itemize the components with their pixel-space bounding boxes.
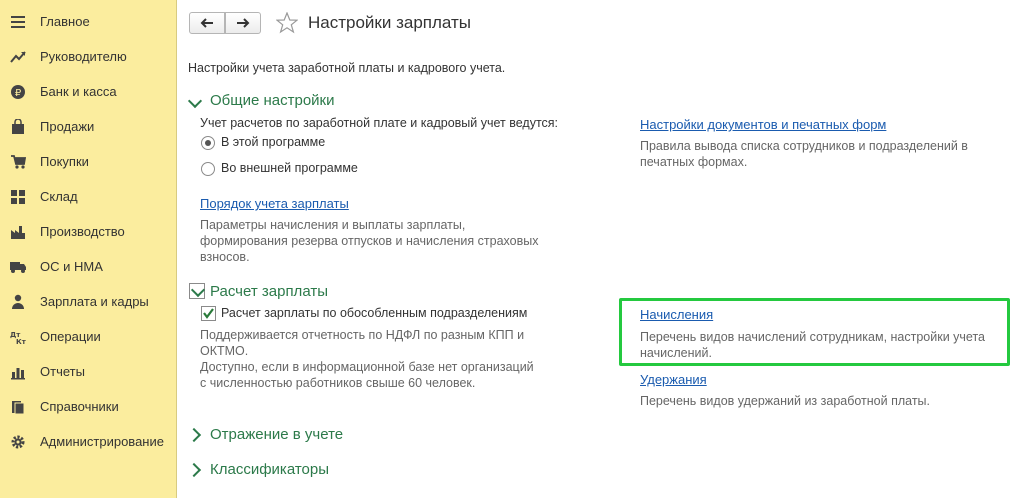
- sidebar-item-directories[interactable]: Справочники: [0, 389, 176, 424]
- accounting-question: Учет расчетов по заработной плате и кадр…: [200, 116, 559, 130]
- chevron-right-icon[interactable]: [186, 427, 202, 443]
- factory-icon: [9, 223, 27, 241]
- sidebar-item-label: Склад: [40, 189, 78, 204]
- ruble-icon: ₽: [9, 83, 27, 101]
- favorite-star-icon[interactable]: [275, 11, 299, 37]
- sidebar-item-label: Продажи: [40, 119, 95, 134]
- deductions-desc: Перечень видов удержаний из заработной п…: [640, 394, 931, 408]
- svg-text:₽: ₽: [15, 88, 22, 99]
- gear-icon: [9, 433, 27, 451]
- sidebar-item-label: Покупки: [40, 154, 89, 169]
- accruals-desc-2: начислений.: [640, 346, 712, 360]
- checkmark-icon: [203, 308, 214, 319]
- section-accounting-title[interactable]: Отражение в учете: [210, 426, 343, 443]
- sidebar-item-label: Операции: [40, 329, 101, 344]
- chevron-right-icon[interactable]: [186, 462, 202, 478]
- menu-icon: [9, 13, 27, 31]
- sidebar-item-operations[interactable]: Дт Кт Операции: [0, 319, 176, 354]
- sidebar-item-sales[interactable]: Продажи: [0, 109, 176, 144]
- sidebar-item-label: Главное: [40, 14, 90, 29]
- sidebar-item-manager[interactable]: Руководителю: [0, 39, 176, 74]
- forward-button[interactable]: [225, 12, 261, 34]
- sidebar-item-label: Производство: [40, 224, 125, 239]
- main-content: Настройки зарплаты Настройки учета зараб…: [177, 0, 1021, 498]
- arrow-right-icon: [237, 18, 250, 28]
- sidebar-item-reports[interactable]: Отчеты: [0, 354, 176, 389]
- separate-divisions-desc-2: ОКТМО.: [200, 344, 249, 358]
- person-icon: [9, 293, 27, 311]
- separate-divisions-desc-1: Поддерживается отчетность по НДФЛ по раз…: [200, 328, 525, 342]
- sidebar-item-payroll[interactable]: Зарплата и кадры: [0, 284, 176, 319]
- separate-divisions-desc-3: Доступно, если в информационной базе нет…: [200, 360, 534, 374]
- sidebar-item-label: Руководителю: [40, 49, 127, 64]
- payroll-order-desc-2: формирования резерва отпусков и начислен…: [200, 234, 539, 248]
- svg-text:Кт: Кт: [16, 338, 27, 345]
- accruals-desc-1: Перечень видов начислений сотрудникам, н…: [640, 330, 986, 344]
- radio-this-program-label: В этой программе: [221, 135, 326, 149]
- section-general-title[interactable]: Общие настройки: [210, 92, 335, 109]
- dt-kt-icon: Дт Кт: [9, 328, 27, 346]
- section-classifiers-title[interactable]: Классификаторы: [210, 461, 329, 478]
- sidebar-item-label: Банк и касса: [40, 84, 117, 99]
- sidebar-item-label: Отчеты: [40, 364, 85, 379]
- separate-divisions-checkbox[interactable]: [201, 306, 216, 321]
- chevron-down-icon[interactable]: [187, 93, 203, 109]
- payroll-order-desc-1: Параметры начисления и выплаты зарплаты,: [200, 218, 466, 232]
- docs-settings-link[interactable]: Настройки документов и печатных форм: [640, 117, 886, 132]
- sidebar-item-label: Администрирование: [40, 434, 164, 449]
- sidebar-item-label: Справочники: [40, 399, 119, 414]
- payroll-order-desc-3: взносов.: [200, 250, 250, 264]
- sidebar-item-main[interactable]: Главное: [0, 4, 176, 39]
- sidebar-item-fixed-assets[interactable]: ОС и НМА: [0, 249, 176, 284]
- chevron-down-icon: [190, 282, 206, 298]
- warehouse-icon: [9, 188, 27, 206]
- intro-text: Настройки учета заработной платы и кадро…: [188, 61, 506, 75]
- page-title: Настройки зарплаты: [308, 13, 471, 32]
- sidebar-item-production[interactable]: Производство: [0, 214, 176, 249]
- sidebar-item-purchases[interactable]: Покупки: [0, 144, 176, 179]
- truck-icon: [9, 258, 27, 276]
- arrow-left-icon: [200, 18, 213, 28]
- docs-settings-desc-1: Правила вывода списка сотрудников и подр…: [640, 139, 968, 153]
- payroll-order-link[interactable]: Порядок учета зарплаты: [200, 196, 349, 211]
- sidebar-item-administration[interactable]: Администрирование: [0, 424, 176, 459]
- sidebar-item-label: Зарплата и кадры: [40, 294, 149, 309]
- bag-icon: [9, 118, 27, 136]
- section-payroll-title[interactable]: Расчет зарплаты: [210, 283, 328, 300]
- sidebar: Главное Руководителю ₽ Банк и касса Прод…: [0, 0, 177, 498]
- deductions-link[interactable]: Удержания: [640, 372, 707, 387]
- separate-divisions-label: Расчет зарплаты по обособленным подразде…: [221, 306, 528, 320]
- radio-external-program-label: Во внешней программе: [221, 161, 358, 175]
- section-payroll-toggle[interactable]: [189, 282, 206, 299]
- radio-this-program[interactable]: [201, 136, 215, 150]
- sidebar-item-warehouse[interactable]: Склад: [0, 179, 176, 214]
- accruals-link[interactable]: Начисления: [640, 307, 713, 322]
- cart-icon: [9, 153, 27, 171]
- bar-chart-icon: [9, 363, 27, 381]
- sidebar-item-bank[interactable]: ₽ Банк и касса: [0, 74, 176, 109]
- separate-divisions-desc-4: с численностью работников свыше 60 челов…: [200, 376, 476, 390]
- back-button[interactable]: [189, 12, 225, 34]
- sidebar-item-label: ОС и НМА: [40, 259, 103, 274]
- books-icon: [9, 398, 27, 416]
- trend-icon: [9, 48, 27, 66]
- radio-external-program[interactable]: [201, 162, 215, 176]
- docs-settings-desc-2: печатных формах.: [640, 155, 748, 169]
